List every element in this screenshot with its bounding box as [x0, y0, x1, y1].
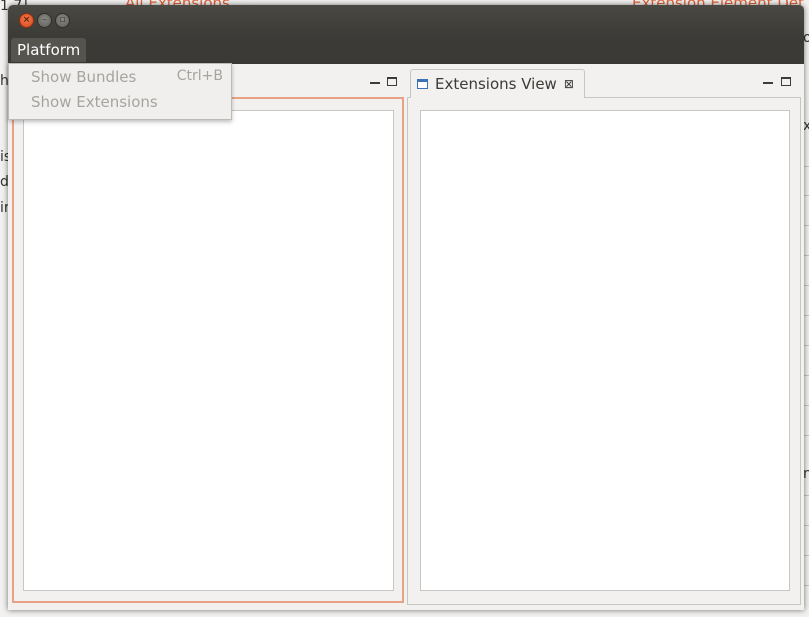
- menu-item-label: Show Bundles: [31, 68, 137, 86]
- extensions-view-content[interactable]: [420, 110, 790, 591]
- menu-platform[interactable]: Platform: [11, 38, 87, 62]
- close-icon: ×: [22, 15, 31, 25]
- platform-dropdown-menu: Show Bundles Ctrl+B Show Extensions: [8, 63, 232, 120]
- view-maximize-icon[interactable]: [781, 77, 791, 86]
- menubar: Platform: [8, 36, 804, 64]
- left-view-panel: [10, 67, 406, 605]
- left-view-content[interactable]: [23, 110, 394, 591]
- window-minimize-button[interactable]: –: [37, 13, 52, 28]
- window-close-button[interactable]: ×: [19, 13, 34, 28]
- view-icon: [417, 79, 428, 89]
- menu-item-show-bundles[interactable]: Show Bundles Ctrl+B: [9, 65, 231, 89]
- view-maximize-icon[interactable]: [387, 77, 397, 86]
- maximize-icon: ▫: [59, 15, 66, 25]
- menu-item-accelerator: Ctrl+B: [176, 68, 223, 84]
- extensions-view-panel: Extensions View ⊠: [407, 67, 801, 605]
- menu-item-label: Show Extensions: [31, 93, 158, 111]
- minimize-icon: –: [42, 15, 47, 25]
- tab-close-icon[interactable]: ⊠: [564, 77, 574, 91]
- menu-item-show-extensions[interactable]: Show Extensions: [9, 90, 231, 114]
- view-minimize-icon[interactable]: [370, 79, 380, 84]
- tab-label: Extensions View: [435, 75, 557, 93]
- window-titlebar[interactable]: × – ▫: [8, 5, 804, 36]
- window-maximize-button[interactable]: ▫: [55, 13, 70, 28]
- tab-extensions-view[interactable]: Extensions View ⊠: [410, 69, 585, 98]
- view-minimize-icon[interactable]: [763, 79, 773, 84]
